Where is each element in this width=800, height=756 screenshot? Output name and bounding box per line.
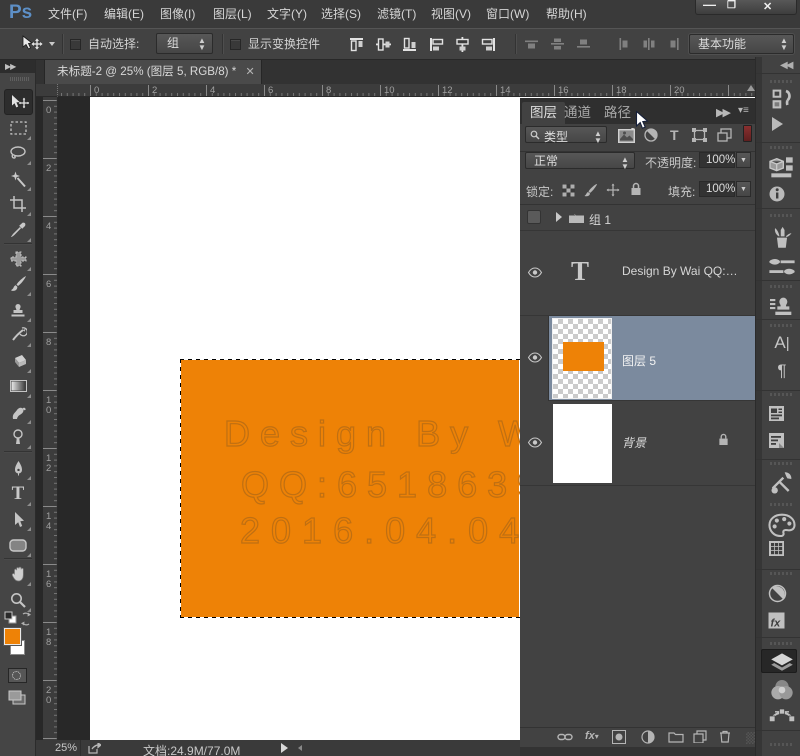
svg-text:18: 18	[616, 85, 627, 96]
svg-text:14: 14	[500, 85, 511, 96]
svg-text:6: 6	[268, 85, 273, 96]
svg-text:0: 0	[94, 85, 99, 96]
svg-text:0: 0	[46, 105, 51, 116]
svg-text:4: 4	[210, 85, 215, 96]
svg-text:2: 2	[46, 463, 51, 474]
svg-text:8: 8	[326, 85, 331, 96]
svg-text:20: 20	[674, 85, 685, 96]
svg-text:6: 6	[46, 279, 51, 290]
svg-text:2: 2	[152, 85, 157, 96]
svg-text:16: 16	[558, 85, 569, 96]
svg-text:2: 2	[46, 163, 51, 174]
svg-text:12: 12	[442, 85, 453, 96]
svg-text:6: 6	[46, 579, 51, 590]
svg-text:8: 8	[46, 337, 51, 348]
svg-text:4: 4	[46, 221, 51, 232]
svg-text:4: 4	[46, 521, 51, 532]
svg-text:0: 0	[46, 405, 51, 416]
svg-text:fx: fx	[771, 618, 782, 630]
svg-text:8: 8	[46, 637, 51, 648]
svg-text:0: 0	[46, 695, 51, 706]
svg-text:10: 10	[384, 85, 395, 96]
